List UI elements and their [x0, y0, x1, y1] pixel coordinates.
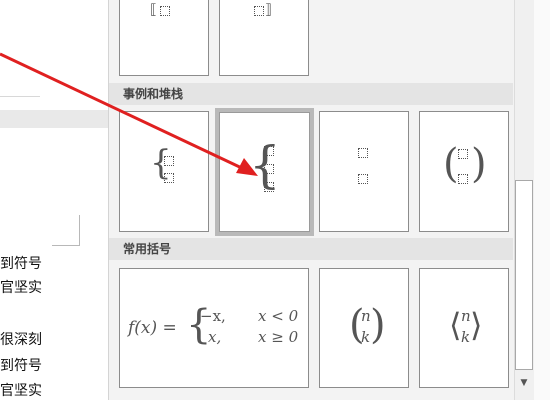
section-header-common-brackets: 常用括号: [109, 238, 513, 260]
placeholder-box: [358, 148, 368, 158]
placeholder-box: [164, 173, 174, 183]
document-line: 到符号: [0, 358, 42, 374]
placeholder-box: [264, 164, 274, 174]
placeholder-box: [358, 174, 368, 184]
bracket-tile-double-left[interactable]: ⟦: [119, 0, 209, 76]
scrollbar-thumb[interactable]: [515, 180, 533, 370]
placeholder-box: [458, 174, 468, 184]
document-line: 到符号: [0, 256, 42, 272]
right-edge-strip: [534, 0, 550, 400]
piecewise-function-tile[interactable]: f(x) = { −x, x < 0 x, x ≥ 0: [119, 268, 309, 388]
page-corner-mark-h: [52, 245, 80, 246]
document-line: 很深刻: [0, 332, 42, 348]
bracket-right-icon: ⟧: [265, 2, 272, 18]
paren-stack-tile[interactable]: ( ): [419, 111, 509, 232]
piecewise-row1-cond: x < 0: [258, 307, 299, 325]
bracket-tile-right[interactable]: ⟧: [219, 0, 309, 76]
document-divider: [0, 96, 40, 97]
stack-tile-two-rows[interactable]: [319, 111, 409, 232]
placeholder-box: [164, 156, 174, 166]
piecewise-row2-expr: x,: [208, 328, 222, 346]
placeholder-box: [254, 6, 264, 16]
angle-bracket-tile[interactable]: ⟨ n k ⟩: [419, 268, 509, 388]
binomial-bottom: k: [361, 328, 371, 346]
placeholder-box: [264, 182, 274, 192]
document-line: 官坚实: [0, 383, 42, 399]
section-header-cases-stacks: 事例和堆栈: [109, 83, 513, 105]
double-bracket-left-icon: ⟦: [150, 2, 157, 18]
document-header-band: [0, 110, 108, 128]
left-angle-icon: ⟨: [449, 306, 462, 344]
angle-bottom: k: [461, 328, 471, 346]
placeholder-box: [458, 149, 468, 159]
page-corner-mark: [79, 215, 80, 245]
right-angle-icon: ⟩: [470, 306, 483, 344]
binomial-tile[interactable]: ( n k ): [319, 268, 409, 388]
right-paren-icon: ): [370, 302, 386, 348]
placeholder-box: [264, 146, 274, 156]
piecewise-row1-expr: −x,: [200, 307, 226, 325]
left-paren-icon: (: [443, 141, 459, 187]
placeholder-box: [160, 6, 170, 16]
cases-tile-two-rows[interactable]: {: [119, 111, 209, 232]
scroll-down-arrow-icon[interactable]: ▼: [518, 378, 530, 390]
right-paren-icon: ): [471, 141, 487, 187]
document-line: 官坚实: [0, 280, 42, 296]
cases-tile-three-rows[interactable]: {: [215, 108, 314, 236]
piecewise-lhs: f(x) =: [128, 318, 177, 338]
piecewise-row2-cond: x ≥ 0: [258, 328, 299, 346]
